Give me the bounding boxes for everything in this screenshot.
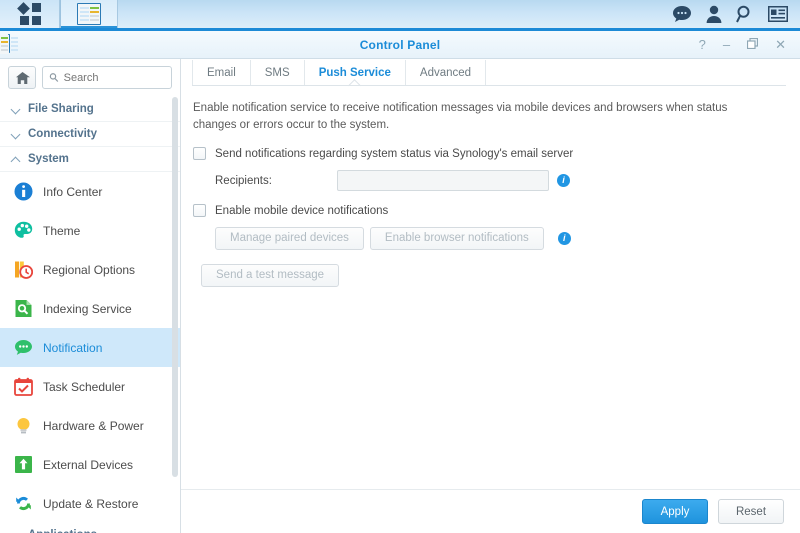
sidebar-group-applications[interactable]: Applications: [0, 523, 180, 533]
email-server-checkbox[interactable]: [193, 147, 206, 160]
sidebar-scrollbar[interactable]: [172, 97, 178, 477]
notification-icon: [14, 338, 33, 357]
mobile-notifications-checkbox[interactable]: [193, 204, 206, 217]
sidebar-item-update-restore[interactable]: Update & Restore: [0, 484, 180, 523]
grid-squares-icon: [16, 2, 41, 25]
push-service-pane: Enable notification service to receive n…: [181, 86, 800, 287]
window-controls: ? – ✕: [699, 37, 800, 51]
content-area: Email SMS Push Service Advanced Enable n…: [181, 59, 800, 533]
sidebar-group-file-sharing[interactable]: File Sharing: [0, 97, 180, 122]
sidebar-group-label: System: [28, 153, 69, 165]
email-server-checkbox-row: Send notifications regarding system stat…: [193, 147, 782, 160]
info-center-icon: [14, 182, 33, 201]
manage-paired-devices-button[interactable]: Manage paired devices: [215, 227, 364, 250]
window-titlebar[interactable]: Control Panel ? – ✕: [0, 31, 800, 59]
sidebar-item-theme[interactable]: Theme: [0, 211, 180, 250]
sidebar-item-label: Task Scheduler: [43, 379, 126, 394]
tab-sms[interactable]: SMS: [251, 60, 305, 86]
test-message-row: Send a test message: [193, 264, 782, 287]
tab-email[interactable]: Email: [192, 60, 251, 86]
control-panel-window: Control Panel ? – ✕ Search File Sharing …: [0, 31, 800, 533]
sidebar-item-label: Regional Options: [43, 262, 136, 277]
send-test-message-button[interactable]: Send a test message: [201, 264, 340, 287]
tab-push-service[interactable]: Push Service: [305, 60, 406, 92]
home-button[interactable]: [8, 66, 36, 89]
reset-button[interactable]: Reset: [718, 499, 784, 524]
enable-browser-notifications-button[interactable]: Enable browser notifications: [369, 227, 544, 250]
tab-advanced[interactable]: Advanced: [406, 60, 487, 86]
info-icon[interactable]: i: [557, 232, 571, 245]
hardware-power-icon: [14, 416, 33, 435]
info-icon[interactable]: i: [557, 174, 570, 187]
taskbar-empty-area: [118, 0, 672, 28]
search-icon[interactable]: [736, 5, 754, 23]
sidebar-item-external-devices[interactable]: External Devices: [0, 445, 180, 484]
home-icon: [15, 71, 30, 84]
main-menu-button[interactable]: [0, 0, 60, 28]
widgets-icon[interactable]: [768, 6, 788, 22]
theme-palette-icon: [14, 221, 33, 240]
sidebar-item-info-center[interactable]: Info Center: [0, 172, 180, 211]
sidebar-group-label: File Sharing: [28, 103, 94, 115]
sidebar-item-label: Indexing Service: [43, 301, 132, 316]
sidebar-group-label: Applications: [28, 529, 97, 533]
user-icon[interactable]: [706, 5, 722, 23]
sidebar-toolbar: [0, 59, 180, 97]
task-scheduler-icon: [14, 377, 33, 396]
recipients-label: Recipients:: [215, 174, 272, 187]
pane-description: Enable notification service to receive n…: [193, 102, 728, 131]
sidebar-item-hardware-power[interactable]: Hardware & Power: [0, 406, 180, 445]
sidebar-group-connectivity[interactable]: Connectivity: [0, 122, 180, 147]
tab-label: Advanced: [419, 67, 472, 79]
desktop: Control Panel ? – ✕ Search File Sharing …: [0, 0, 800, 533]
sidebar-item-label: Update & Restore: [43, 496, 139, 511]
tab-label: Push Service: [318, 67, 391, 79]
mobile-notifications-checkbox-row: Enable mobile device notifications: [193, 204, 782, 217]
sidebar-item-notification[interactable]: Notification: [0, 328, 180, 367]
tab-label: Email: [207, 67, 236, 79]
email-server-checkbox-label[interactable]: Send notifications regarding system stat…: [215, 148, 573, 160]
apply-button[interactable]: Apply: [642, 499, 708, 524]
sidebar-item-label: Notification: [43, 340, 103, 355]
device-buttons-row: Manage paired devices Enable browser not…: [193, 227, 782, 250]
sidebar-item-task-scheduler[interactable]: Task Scheduler: [0, 367, 180, 406]
tab-label: SMS: [264, 67, 290, 79]
sidebar-item-label: External Devices: [43, 457, 134, 472]
taskbar-app-control-panel[interactable]: [60, 0, 118, 28]
sidebar-search-box[interactable]: [42, 66, 172, 89]
sidebar-group-label: Connectivity: [28, 128, 98, 140]
sidebar-item-label: Theme: [43, 223, 81, 238]
window-title: Control Panel: [359, 37, 441, 52]
chevron-up-icon: [12, 155, 21, 164]
tab-bar: Email SMS Push Service Advanced: [181, 59, 800, 92]
external-devices-icon: [14, 455, 33, 474]
notifications-icon[interactable]: [672, 5, 692, 23]
desktop-taskbar: [0, 0, 800, 31]
content-footer: Apply Reset: [181, 489, 800, 533]
taskbar-status-icons: [672, 0, 800, 28]
close-button[interactable]: ✕: [775, 38, 786, 51]
search-input[interactable]: [63, 71, 165, 84]
minimize-button[interactable]: –: [723, 38, 730, 51]
mobile-notifications-checkbox-label[interactable]: Enable mobile device notifications: [215, 205, 388, 217]
maximize-button[interactable]: [746, 37, 759, 51]
sidebar-item-label: Hardware & Power: [43, 418, 144, 433]
sidebar-item-regional-options[interactable]: Regional Options: [0, 250, 180, 289]
search-icon: [49, 73, 59, 82]
sidebar-item-indexing-service[interactable]: Indexing Service: [0, 289, 180, 328]
sidebar-group-system[interactable]: System: [0, 147, 180, 172]
chevron-down-icon: [12, 105, 21, 114]
control-panel-sidebar: File Sharing Connectivity System Info Ce…: [0, 59, 181, 533]
update-restore-icon: [14, 494, 33, 513]
indexing-service-icon: [14, 299, 33, 318]
control-panel-icon: [77, 3, 101, 25]
recipients-input[interactable]: [337, 170, 549, 191]
tab-underline: [192, 85, 786, 86]
chevron-down-icon: [12, 130, 21, 139]
recipients-row: Recipients: i: [193, 170, 782, 191]
help-button[interactable]: ?: [699, 38, 706, 51]
sidebar-item-label: Info Center: [43, 184, 103, 199]
window-body: File Sharing Connectivity System Info Ce…: [0, 59, 800, 533]
regional-options-icon: [14, 260, 34, 279]
